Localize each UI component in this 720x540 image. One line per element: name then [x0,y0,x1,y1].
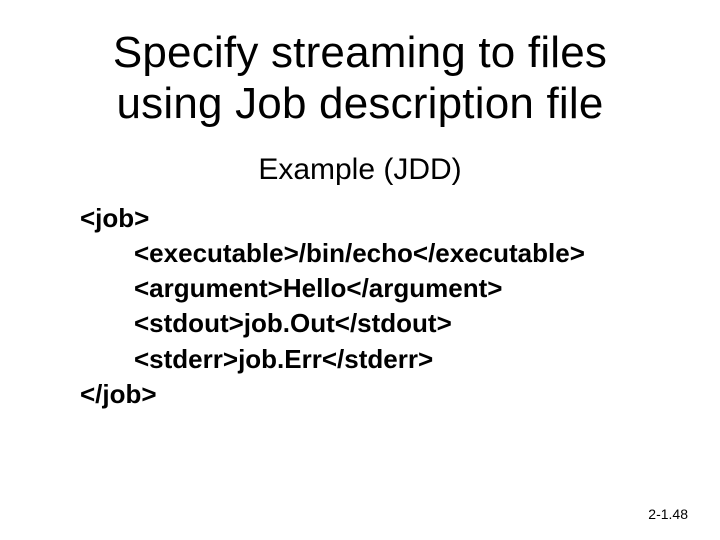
title-line-1: Specify streaming to files [113,28,607,77]
code-job-close: </job> [80,377,680,412]
code-block: <job> <executable>/bin/echo</executable>… [80,201,680,412]
code-job-open: <job> [80,201,680,236]
title-line-2: using Job description file [116,79,603,128]
code-stdout: <stdout>job.Out</stdout> [80,306,680,341]
slide-subtitle: Example (JDD) [40,153,680,187]
code-stderr: <stderr>job.Err</stderr> [80,342,680,377]
code-argument: <argument>Hello</argument> [80,271,680,306]
slide-number: 2-1.48 [648,506,688,522]
slide-title: Specify streaming to files using Job des… [40,28,680,129]
code-executable: <executable>/bin/echo</executable> [80,236,680,271]
slide: Specify streaming to files using Job des… [0,0,720,540]
